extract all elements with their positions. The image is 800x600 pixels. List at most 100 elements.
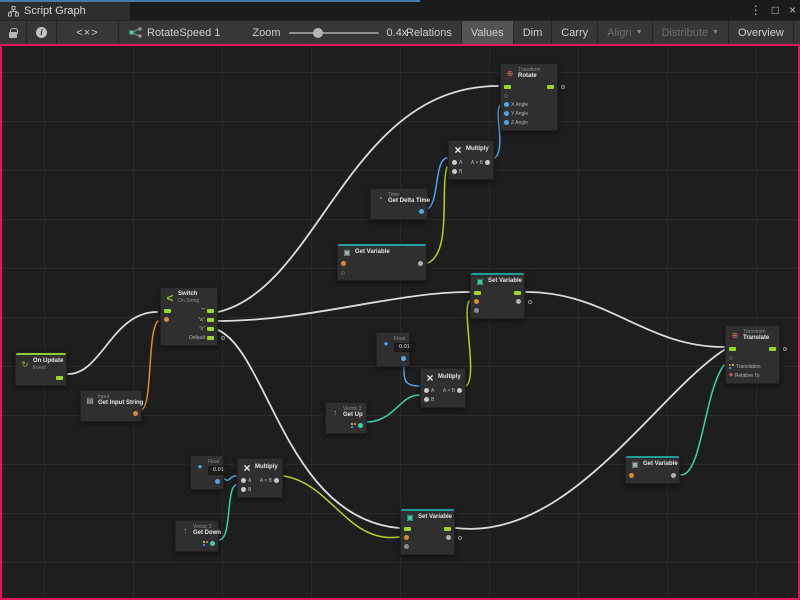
ghost-port[interactable]: [341, 271, 345, 275]
flow-port[interactable]: [729, 347, 736, 351]
value-port[interactable]: [215, 479, 220, 484]
value-port[interactable]: [241, 487, 246, 492]
value-port[interactable]: [164, 317, 169, 322]
port-stub[interactable]: [528, 300, 532, 304]
port-stub[interactable]: [561, 85, 565, 89]
variable-icon: ▣: [475, 278, 485, 286]
node-on-update[interactable]: ↻On UpdateEvent: [15, 352, 67, 386]
value-port[interactable]: [504, 111, 509, 116]
flow-port[interactable]: [207, 336, 214, 340]
flow-port[interactable]: [514, 291, 521, 295]
port-stub[interactable]: [783, 347, 787, 351]
node-set-variable-1[interactable]: ▣Set Variable: [470, 272, 525, 319]
vector3-port[interactable]: [210, 541, 215, 546]
node-rotate[interactable]: ⊕TransformRotateX AngleY AngleZ Angle: [500, 63, 558, 131]
value-port[interactable]: [341, 261, 346, 266]
value-port[interactable]: [424, 388, 429, 393]
ghost-port[interactable]: [729, 356, 733, 360]
node-multiply-2[interactable]: ×MultiplyAA × BB: [420, 368, 466, 408]
value-port[interactable]: [401, 356, 406, 361]
value-port[interactable]: [504, 102, 509, 107]
port-stub[interactable]: [221, 336, 225, 340]
toolbar-button-dim[interactable]: Dim: [514, 21, 553, 44]
value-port[interactable]: [446, 535, 451, 540]
flow-port[interactable]: [474, 291, 481, 295]
close-icon[interactable]: ×: [789, 2, 796, 18]
zoom-slider[interactable]: [289, 28, 379, 38]
flow-port[interactable]: [207, 318, 214, 322]
node-switch-on-string[interactable]: <SwitchOn String"""w""s"Default: [160, 287, 218, 346]
flow-port[interactable]: [769, 347, 776, 351]
lock-button[interactable]: [0, 21, 27, 44]
node-get-delta-time[interactable]: ◔TimeGet Delta Time: [370, 188, 428, 220]
value-port[interactable]: [671, 473, 676, 478]
value-port[interactable]: [485, 160, 490, 165]
node-port-row: [726, 353, 779, 362]
vector3-port[interactable]: [358, 423, 363, 428]
node-port-row: [401, 542, 454, 551]
graph-breadcrumb[interactable]: RotateSpeed 1: [119, 21, 230, 44]
node-get-input-string[interactable]: ▤InputGet Input String: [80, 390, 142, 422]
flow-port[interactable]: [56, 376, 63, 380]
code-icon: <×>: [76, 27, 98, 39]
value-port[interactable]: [452, 169, 457, 174]
toolbar-button-fullscreen[interactable]: Full Screen: [794, 21, 800, 44]
node-multiply-3[interactable]: ×MultiplyAA × BB: [237, 458, 283, 498]
value-port[interactable]: [474, 308, 479, 313]
flow-port[interactable]: [504, 85, 511, 89]
toolbar-button-align: Align▼: [598, 21, 652, 44]
port-stub[interactable]: [458, 536, 462, 540]
value-port[interactable]: [419, 209, 424, 214]
toolbar-button-distribute: Distribute▼: [653, 21, 729, 44]
flow-port[interactable]: [164, 309, 171, 313]
value-field[interactable]: 0.01: [208, 466, 229, 475]
node-vector3-get-up[interactable]: ↑Vector 3Get Up: [325, 402, 367, 434]
flow-port[interactable]: [547, 85, 554, 89]
node-get-variable-2[interactable]: ▣Get Variable: [625, 455, 680, 484]
node-vector3-get-down[interactable]: ↑Vector 3Get Down: [175, 520, 219, 552]
value-port[interactable]: [457, 388, 462, 393]
maximize-icon[interactable]: □: [772, 2, 779, 18]
value-port[interactable]: [629, 473, 634, 478]
node-get-variable-1[interactable]: ▣Get Variable: [337, 243, 427, 281]
tab-script-graph[interactable]: Script Graph: [0, 2, 130, 20]
window-controls: ⋮ □ ×: [750, 2, 796, 18]
flow-port[interactable]: [207, 327, 214, 331]
transform-icon: ⊕: [730, 332, 740, 340]
value-port[interactable]: [418, 261, 423, 266]
value-port[interactable]: [404, 535, 409, 540]
node-translate[interactable]: ⊕TransformTranslateTranslation◆Relative …: [725, 325, 780, 384]
value-port[interactable]: [133, 411, 138, 416]
code-preview-button[interactable]: <×>: [57, 21, 119, 44]
value-port[interactable]: [241, 478, 246, 483]
menu-icon[interactable]: ⋮: [750, 2, 762, 18]
value-port[interactable]: [516, 299, 521, 304]
zoom-slider-thumb[interactable]: [313, 28, 323, 38]
node-float-1[interactable]: ●Float0.01: [376, 332, 410, 367]
toolbar-button-values[interactable]: Values: [462, 21, 514, 44]
flow-port[interactable]: [404, 527, 411, 531]
node-float-2[interactable]: ●Float0.01: [190, 455, 224, 490]
value-port[interactable]: [424, 397, 429, 402]
value-port[interactable]: [404, 544, 409, 549]
value-port[interactable]: [504, 120, 509, 125]
toolbar-button-relations[interactable]: Relations: [397, 21, 462, 44]
node-title: Set Variable: [488, 278, 520, 285]
info-button[interactable]: i: [27, 21, 57, 44]
value-field[interactable]: 0.01: [394, 343, 415, 352]
flow-port[interactable]: [444, 527, 451, 531]
port-label: B: [248, 487, 251, 493]
toolbar-button-label: Carry: [561, 27, 588, 39]
value-port[interactable]: [274, 478, 279, 483]
graph-canvas[interactable]: ↻On UpdateEvent ▤InputGet Input String <Sw…: [0, 44, 800, 600]
toolbar-button-overview[interactable]: Overview: [729, 21, 794, 44]
value-port[interactable]: [474, 299, 479, 304]
node-multiply-1[interactable]: ×MultiplyAA × BB: [448, 140, 494, 180]
flow-port[interactable]: [207, 309, 214, 313]
value-port[interactable]: [452, 160, 457, 165]
toolbar-button-carry[interactable]: Carry: [552, 21, 598, 44]
node-port-row: [401, 524, 454, 533]
node-set-variable-2[interactable]: ▣Set Variable: [400, 508, 455, 555]
ghost-port[interactable]: [504, 94, 508, 98]
port-label: Translation: [736, 364, 761, 370]
